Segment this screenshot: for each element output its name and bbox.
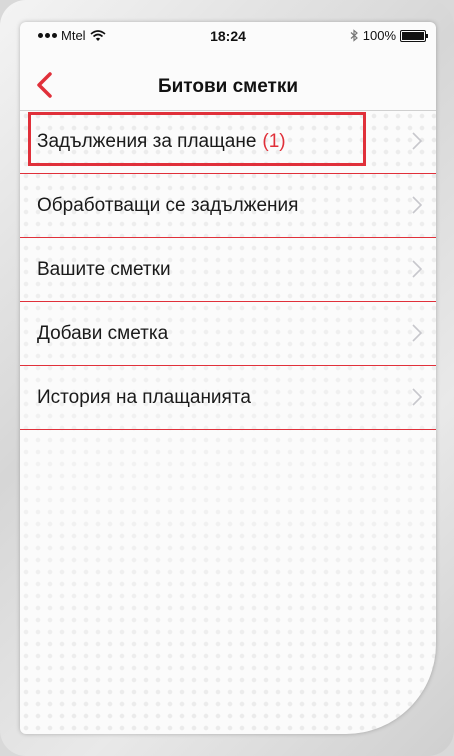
- menu-item-processing-obligations[interactable]: Обработващи се задължения: [20, 174, 436, 238]
- menu-item-label: Вашите сметки: [37, 258, 171, 280]
- menu-item-label: История на плащанията: [37, 386, 251, 408]
- menu-item-add-bill[interactable]: Добави сметка: [20, 302, 436, 366]
- chevron-right-icon: [412, 132, 422, 150]
- menu-list: Задължения за плащане (1) Обработващи се…: [20, 110, 436, 430]
- status-bar: Mtel 18:24 100%: [20, 22, 436, 48]
- menu-item-payment-history[interactable]: История на плащанията: [20, 366, 436, 430]
- chevron-right-icon: [412, 196, 422, 214]
- page-title: Битови сметки: [157, 76, 299, 97]
- chevron-right-icon: [412, 388, 422, 406]
- app-screen: Mtel 18:24 100% Битови сметки Задължения…: [20, 22, 436, 734]
- menu-item-label: Обработващи се задължения: [37, 194, 299, 216]
- bluetooth-icon: [350, 29, 358, 42]
- obligations-count-badge: (1): [262, 130, 286, 152]
- menu-item-payment-obligations[interactable]: Задължения за плащане (1): [20, 110, 436, 174]
- chevron-right-icon: [412, 260, 422, 278]
- menu-item-label: Задължения за плащане: [37, 130, 257, 152]
- phone-frame: Mtel 18:24 100% Битови сметки Задължения…: [0, 0, 454, 756]
- chevron-right-icon: [412, 324, 422, 342]
- battery-icon: [400, 29, 428, 42]
- battery-percent: 100%: [362, 28, 396, 43]
- navigation-bar: Битови сметки: [20, 62, 436, 111]
- status-right: 100%: [350, 28, 428, 43]
- menu-item-label: Добави сметка: [37, 322, 169, 344]
- menu-item-your-bills[interactable]: Вашите сметки: [20, 238, 436, 302]
